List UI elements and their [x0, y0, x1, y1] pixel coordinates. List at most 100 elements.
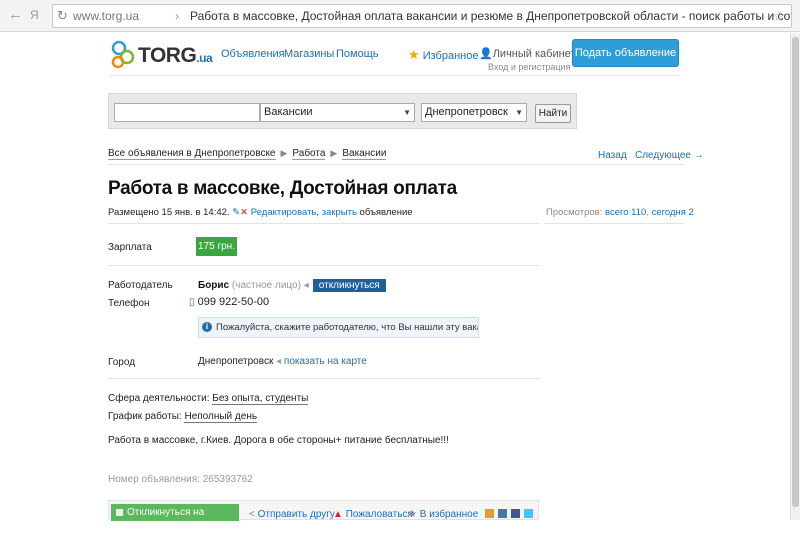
- scrollbar-thumb[interactable]: [792, 37, 799, 507]
- favorites-link[interactable]: ★ Избранное: [408, 47, 478, 63]
- chevron-down-icon: ▼: [403, 108, 411, 117]
- back-link[interactable]: Назад: [598, 150, 627, 161]
- breadcrumb-work[interactable]: Работа: [292, 148, 326, 160]
- views-label: Просмотров:: [546, 207, 603, 218]
- back-arrow-icon[interactable]: ←: [8, 6, 23, 23]
- phone-number[interactable]: 099 922-50-00: [198, 296, 270, 308]
- info-icon: i: [202, 322, 212, 332]
- star-icon: ★: [408, 509, 417, 520]
- nav-shops[interactable]: Магазины: [284, 48, 334, 60]
- divider: [108, 223, 539, 224]
- complain-label: Пожаловаться: [345, 509, 413, 520]
- browser-toolbar: ← Я ↻ www.torg.ua › Работа в массовке, Д…: [0, 0, 800, 32]
- arrow-left-icon: ◂: [276, 356, 282, 367]
- ad-description: Работа в массовке, г.Киев. Дорога в обе …: [108, 435, 449, 446]
- chevron-right-icon: ▶: [280, 148, 288, 158]
- employer-info: Борис (частное лицо) ◂ откликнуться: [198, 279, 386, 292]
- close-icon: ✕: [240, 207, 249, 218]
- respond-button[interactable]: откликнуться: [312, 279, 386, 292]
- category-select-value: Вакансии: [264, 106, 313, 118]
- search-input[interactable]: [114, 103, 260, 122]
- phone-value: ▯ 099 922-50-00: [189, 296, 269, 308]
- complain-link[interactable]: ▲ Пожаловаться: [333, 509, 413, 520]
- views-total: всего 110: [605, 207, 647, 218]
- nav-ads[interactable]: Объявления: [221, 48, 285, 60]
- cabinet-sub-label: Вход и регистрация: [488, 62, 571, 72]
- reload-icon[interactable]: ↻: [57, 5, 68, 27]
- action-bar: Откликнуться на вакансию < Отправить дру…: [108, 500, 539, 535]
- logo-text: TORG.ua: [138, 44, 213, 67]
- posted-info: Размещено 15 янв. в 14:42. ✎✕ Редактиров…: [108, 207, 413, 218]
- employer-label: Работодатель: [108, 280, 173, 291]
- scrollbar[interactable]: [790, 33, 800, 520]
- address-bar[interactable]: ↻ www.torg.ua › Работа в массовке, Досто…: [52, 4, 792, 28]
- schedule-row: График работы: Неполный день: [108, 411, 258, 423]
- chevron-right-icon: ▶: [330, 148, 338, 158]
- odnoklassniki-icon[interactable]: [485, 509, 494, 518]
- salary-badge: 175 грн.: [196, 237, 237, 256]
- cabinet-label: Личный кабинет: [492, 48, 576, 60]
- posted-date: Размещено 15 янв. в 14:42.: [108, 207, 230, 218]
- next-link[interactable]: Следующее →: [635, 150, 704, 161]
- edit-suffix: объявление: [359, 207, 413, 218]
- share-icon: <: [249, 509, 255, 520]
- logo-bubbles-icon: [111, 40, 135, 69]
- info-notice: i Пожалуйста, скажите работодателю, что …: [198, 317, 479, 338]
- phone-label: Телефон: [108, 298, 150, 309]
- breadcrumb: Все объявления в Днепропетровске ▶ Работа ▶…: [108, 148, 387, 160]
- sphere-value[interactable]: Без опыта, студенты: [212, 393, 309, 405]
- bookmark-star-icon[interactable]: ☆: [772, 5, 785, 27]
- favorites-label: Избранное: [422, 50, 479, 62]
- warning-icon: ▲: [333, 509, 343, 520]
- star-icon: ★: [408, 47, 420, 62]
- employer-type: (частное лицо): [231, 280, 301, 291]
- employer-name: Борис: [198, 280, 230, 291]
- send-to-friend-link[interactable]: < Отправить другу: [249, 509, 335, 520]
- phone-icon: ▯: [189, 297, 195, 308]
- user-icon: 👤: [479, 48, 493, 60]
- search-panel: Вакансии ▼ Днепропетровск ▼ Найти: [108, 93, 577, 129]
- notice-text: Пожалуйста, скажите работодателю, что Вы…: [216, 322, 478, 333]
- city-select[interactable]: Днепропетровск ▼: [421, 103, 527, 122]
- twitter-icon[interactable]: [524, 509, 533, 518]
- sphere-row: Сфера деятельности: Без опыта, студенты: [108, 393, 309, 405]
- views-info: Просмотров: всего 110, сегодня 2: [546, 207, 694, 218]
- search-button[interactable]: Найти: [535, 104, 571, 123]
- breadcrumb-all[interactable]: Все объявления в Днепропетровске: [108, 148, 276, 160]
- divider: [108, 164, 684, 165]
- city-label: Город: [108, 357, 136, 368]
- schedule-value[interactable]: Неполный день: [184, 411, 258, 423]
- facebook-icon[interactable]: [511, 509, 520, 518]
- address-url: www.torg.ua: [73, 9, 140, 23]
- pager: Назад Следующее →: [598, 150, 704, 161]
- header-divider: [110, 75, 680, 76]
- city-select-value: Днепропетровск: [425, 106, 508, 118]
- nav-help[interactable]: Помощь: [336, 48, 379, 60]
- ad-number: Номер объявления: 265393762: [108, 474, 253, 485]
- edit-link[interactable]: Редактировать: [251, 207, 317, 218]
- divider: [108, 378, 539, 379]
- send-to-friend-label: Отправить другу: [257, 509, 335, 520]
- apply-button[interactable]: Откликнуться на вакансию: [111, 504, 239, 535]
- pencil-icon: ✎: [232, 207, 241, 218]
- views-today: сегодня 2: [651, 207, 694, 218]
- chevron-right-icon: ›: [175, 9, 179, 23]
- close-ad-link[interactable]: закрыть: [322, 207, 357, 218]
- city-info: Днепропетровск ◂ показать на карте: [198, 356, 367, 367]
- salary-label: Зарплата: [108, 242, 152, 253]
- breadcrumb-vacancies[interactable]: Вакансии: [342, 148, 387, 160]
- vkontakte-icon[interactable]: [498, 509, 507, 518]
- category-select[interactable]: Вакансии ▼: [260, 103, 415, 122]
- cabinet-link[interactable]: 👤Личный кабинет ▼ Вход и регистрация: [479, 47, 585, 72]
- sphere-label: Сфера деятельности:: [108, 393, 210, 404]
- add-favorite-label: В избранное: [419, 509, 479, 520]
- add-favorite-link[interactable]: ★ В избранное: [408, 509, 478, 520]
- arrow-left-icon: ◂: [303, 280, 309, 291]
- schedule-label: График работы:: [108, 411, 182, 422]
- show-map-link[interactable]: показать на карте: [284, 356, 367, 367]
- divider: [544, 223, 684, 224]
- city-name: Днепропетровск: [198, 356, 274, 367]
- page-title: Работа в массовке, Достойная оплата: [108, 178, 457, 199]
- post-ad-button[interactable]: Подать объявление: [572, 39, 679, 67]
- yandex-icon[interactable]: Я: [30, 8, 39, 22]
